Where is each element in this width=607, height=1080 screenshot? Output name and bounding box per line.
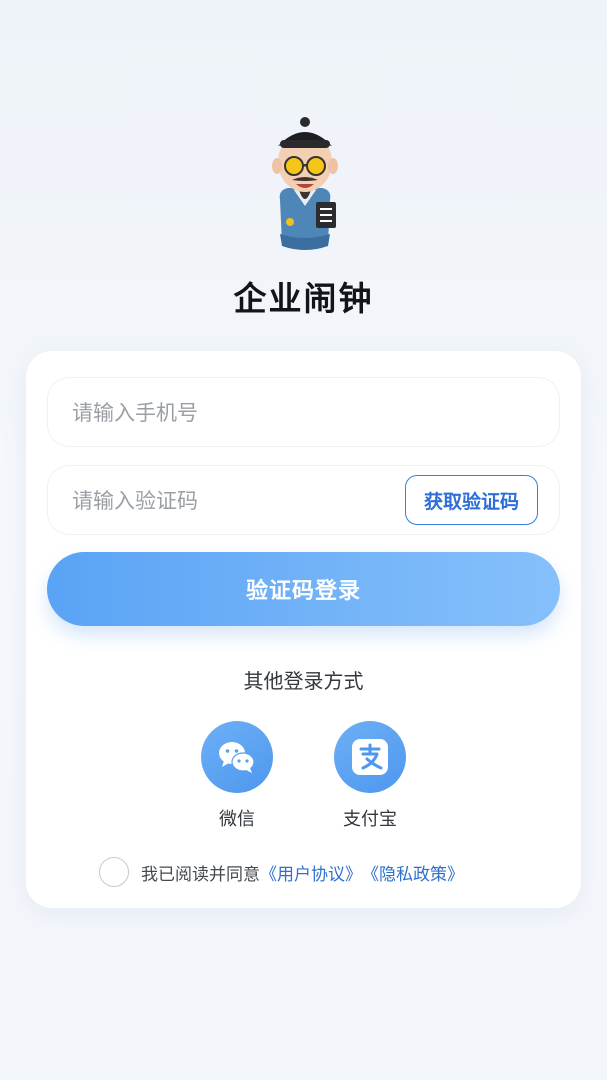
login-card: 获取验证码 验证码登录 其他登录方式 微信 [26,351,581,908]
alipay-icon [352,739,388,775]
wechat-icon [219,742,255,773]
phone-field[interactable] [47,377,560,448]
agreement-checkbox[interactable] [99,857,129,887]
alipay-login-button[interactable] [334,721,406,793]
wechat-login-button[interactable] [201,721,273,793]
code-input[interactable] [70,466,394,536]
agreement-text: 我已阅读并同意 [141,864,260,885]
alipay-label: 支付宝 [343,809,397,830]
wechat-login[interactable]: 微信 [187,721,287,831]
phone-input[interactable] [70,378,394,448]
other-login-title: 其他登录方式 [243,669,364,693]
app-title: 企业闹钟 [233,279,374,318]
privacy-policy-link[interactable]: 《隐私政策》 [362,860,464,885]
code-field[interactable]: 获取验证码 [47,465,560,536]
get-code-button[interactable]: 获取验证码 [405,475,538,525]
code-login-button[interactable]: 验证码登录 [47,552,560,626]
user-agreement-link[interactable]: 《用户协议》 [260,860,362,885]
login-page: 企业闹钟 获取验证码 验证码登录 其他登录方式 [0,0,607,1080]
alipay-login[interactable]: 支付宝 [320,721,420,831]
wechat-label: 微信 [219,809,255,830]
mascot-logo [272,117,338,250]
agreement-row: 我已阅读并同意 《用户协议》 《隐私政策》 [99,856,464,888]
